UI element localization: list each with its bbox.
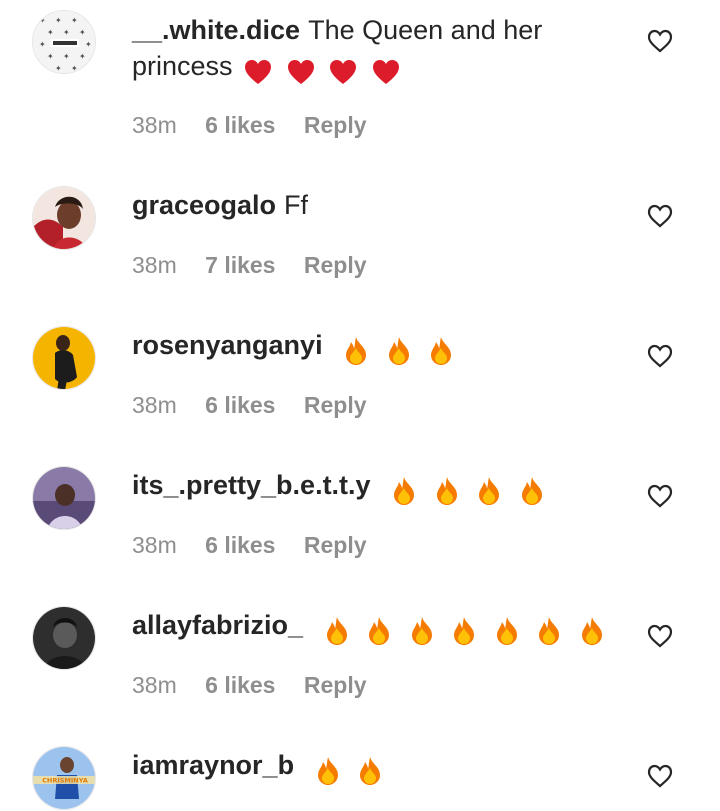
- emoji-group: [244, 52, 407, 88]
- fire-icon: [369, 616, 390, 645]
- comment-time: 38m: [132, 672, 177, 698]
- comment-username[interactable]: rosenyanganyi: [132, 330, 323, 360]
- svg-text:✦: ✦: [55, 64, 62, 73]
- likes-count[interactable]: 6 likes: [205, 532, 275, 558]
- comment-text: graceogalo Ff: [132, 187, 632, 223]
- comment-text: rosenyanganyi: [132, 327, 632, 367]
- svg-text:✦: ✦: [55, 16, 62, 25]
- like-heart-icon[interactable]: [647, 344, 673, 368]
- like-heart-icon[interactable]: [647, 29, 673, 53]
- user-avatar[interactable]: ✦✦✦✦ ✦✦✦ ✦✦✦ ✦✦✦ ✦✦✦✦: [32, 10, 96, 74]
- comment-text: its_.pretty_b.e.t.t.y: [132, 467, 632, 507]
- like-heart-icon[interactable]: [647, 624, 673, 648]
- svg-text:✦: ✦: [79, 28, 86, 37]
- comment-meta: 38m 7 likes Reply: [132, 251, 389, 279]
- reply-button[interactable]: Reply: [304, 392, 367, 418]
- fire-icon: [394, 476, 415, 505]
- fire-icon: [496, 616, 517, 645]
- svg-text:✦: ✦: [39, 16, 46, 25]
- svg-text:✦: ✦: [47, 28, 54, 37]
- comment-meta: 38m 6 likes Reply: [132, 391, 389, 419]
- svg-text:✦: ✦: [85, 64, 92, 73]
- comment-meta: 38m 6 likes Reply: [132, 111, 389, 139]
- likes-count[interactable]: 6 likes: [205, 672, 275, 698]
- comment-meta: 38m 6 likes Reply: [132, 671, 389, 699]
- svg-text:✦: ✦: [47, 52, 54, 61]
- svg-text:✦: ✦: [71, 16, 78, 25]
- emoji-group: [323, 611, 613, 647]
- red-heart-icon: [372, 59, 399, 84]
- svg-text:✦: ✦: [39, 64, 46, 73]
- comment-time: 38m: [132, 112, 177, 138]
- user-avatar[interactable]: [32, 326, 96, 390]
- user-avatar[interactable]: [32, 186, 96, 250]
- comment-text: __.white.dice The Queen and her princess: [132, 12, 632, 88]
- fire-icon: [539, 616, 560, 645]
- svg-text:✦: ✦: [85, 16, 92, 25]
- svg-text:✦: ✦: [85, 40, 92, 49]
- fire-icon: [431, 336, 452, 365]
- user-avatar[interactable]: CHRISMINYA: [32, 746, 96, 810]
- comment-body: Ff: [284, 190, 309, 220]
- fire-icon: [360, 756, 381, 785]
- fire-icon: [411, 616, 432, 645]
- comment-time: 38m: [132, 252, 177, 278]
- reply-button[interactable]: Reply: [304, 252, 367, 278]
- fire-icon: [479, 476, 500, 505]
- comment-text: allayfabrizio_: [132, 607, 632, 647]
- comment-time: 38m: [132, 392, 177, 418]
- reply-button[interactable]: Reply: [304, 112, 367, 138]
- reply-button[interactable]: Reply: [304, 532, 367, 558]
- likes-count[interactable]: 6 likes: [205, 392, 275, 418]
- red-heart-icon: [245, 59, 272, 84]
- svg-text:✦: ✦: [63, 28, 70, 37]
- likes-count[interactable]: 6 likes: [205, 112, 275, 138]
- fire-icon: [581, 616, 602, 645]
- avatar-caption: CHRISMINYA: [42, 777, 88, 785]
- comment-text: iamraynor_b: [132, 747, 632, 787]
- fire-icon: [521, 476, 542, 505]
- red-heart-icon: [330, 59, 357, 84]
- svg-text:✦: ✦: [39, 40, 46, 49]
- comment-username[interactable]: graceogalo: [132, 190, 276, 220]
- comment-meta: 38m 6 likes Reply: [132, 531, 389, 559]
- comment-username[interactable]: __.white.dice: [132, 15, 300, 45]
- svg-text:✦: ✦: [79, 52, 86, 61]
- emoji-group: [390, 471, 553, 507]
- fire-icon: [326, 616, 347, 645]
- red-heart-icon: [287, 59, 314, 84]
- comment-time: 38m: [132, 532, 177, 558]
- svg-text:✦: ✦: [71, 64, 78, 73]
- fire-icon: [436, 476, 457, 505]
- fire-icon: [388, 336, 409, 365]
- user-avatar[interactable]: [32, 466, 96, 530]
- like-heart-icon[interactable]: [647, 204, 673, 228]
- fire-icon: [346, 336, 367, 365]
- like-heart-icon[interactable]: [647, 484, 673, 508]
- comment-username[interactable]: allayfabrizio_: [132, 610, 303, 640]
- fire-icon: [454, 616, 475, 645]
- comment-username[interactable]: its_.pretty_b.e.t.t.y: [132, 470, 371, 500]
- emoji-group: [342, 331, 462, 367]
- fire-icon: [317, 756, 338, 785]
- like-heart-icon[interactable]: [647, 764, 673, 788]
- reply-button[interactable]: Reply: [304, 672, 367, 698]
- svg-text:✦: ✦: [63, 52, 70, 61]
- user-avatar[interactable]: [32, 606, 96, 670]
- likes-count[interactable]: 7 likes: [205, 252, 275, 278]
- comment-username[interactable]: iamraynor_b: [132, 750, 294, 780]
- emoji-group: [314, 751, 392, 787]
